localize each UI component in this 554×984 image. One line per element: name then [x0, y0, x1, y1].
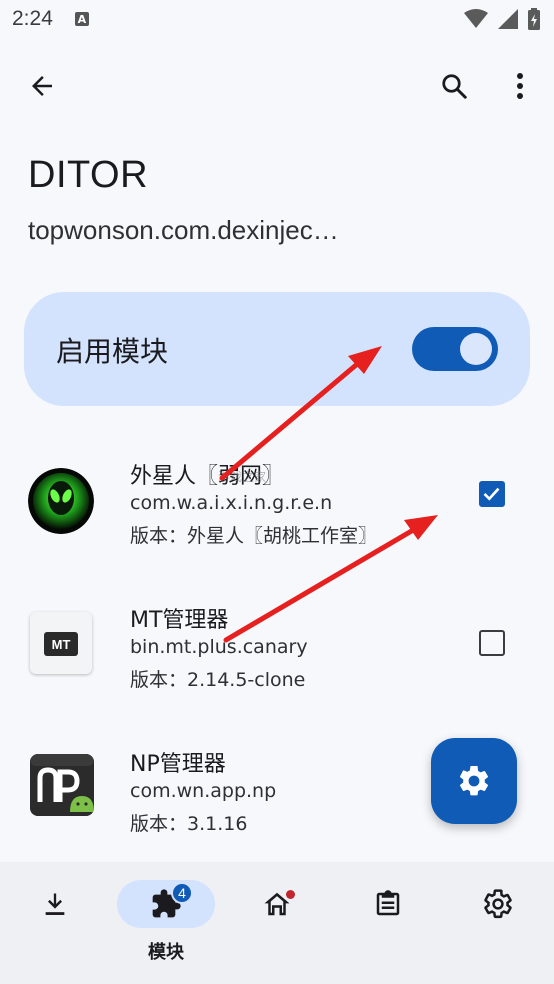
enable-module-switch[interactable]: [412, 327, 498, 371]
mt-manager-app-icon: MT: [30, 612, 92, 674]
signal-icon: [498, 9, 518, 29]
list-item[interactable]: 外星人〖弱网〗 com.w.a.i.x.i.n.g.r.e.n 版本：外星人〖胡…: [0, 452, 554, 572]
alien-app-icon: [28, 468, 94, 534]
status-time: 2:24: [12, 7, 53, 30]
module-package: com.wn.app.np: [130, 780, 277, 802]
nav-item-modules[interactable]: 4 模块: [116, 880, 216, 970]
nav-item-download[interactable]: [5, 880, 105, 970]
nav-item-home[interactable]: [227, 880, 327, 970]
notification-icon: A: [74, 12, 89, 26]
app-bar: [0, 60, 554, 116]
switch-knob: [460, 333, 492, 365]
nav-item-settings[interactable]: [448, 880, 548, 970]
status-bar: 2:24 A: [0, 0, 554, 38]
clipboard-icon: [376, 890, 400, 916]
battery-icon: [528, 8, 540, 30]
search-button[interactable]: [430, 62, 478, 110]
watermark: 游戏之家: [218, 470, 267, 484]
modules-count-badge: 4: [171, 882, 193, 904]
check-icon: [483, 487, 500, 501]
nav-pill: 4: [117, 880, 215, 928]
nav-label: 模块: [148, 942, 184, 963]
module-package: bin.mt.plus.canary: [130, 636, 308, 658]
module-checkbox[interactable]: [479, 630, 505, 656]
enable-module-card[interactable]: 启用模块: [24, 292, 530, 406]
module-checkbox[interactable]: [479, 481, 505, 507]
more-options-button[interactable]: [496, 62, 544, 110]
nav-item-logs[interactable]: [338, 880, 438, 970]
nav-pill: [449, 880, 547, 928]
notification-dot: [286, 890, 295, 899]
np-manager-app-icon: [30, 754, 94, 816]
module-name: NP管理器: [130, 752, 226, 777]
status-indicators: [464, 8, 540, 30]
gear-icon: [459, 765, 489, 796]
wifi-icon: [464, 9, 488, 28]
mt-logo: MT: [44, 632, 78, 656]
list-item[interactable]: MT MT管理器 bin.mt.plus.canary 版本：2.14.5-cl…: [0, 596, 554, 716]
settings-fab[interactable]: [431, 738, 517, 824]
gear-icon: [484, 889, 512, 919]
module-version: 版本：2.14.5-clone: [130, 669, 306, 691]
module-name: MT管理器: [130, 608, 229, 633]
page-title: DITOR: [28, 154, 149, 196]
download-icon: [45, 893, 65, 915]
nav-pill: [6, 880, 104, 928]
more-vert-icon: [517, 73, 523, 99]
nav-pill: [339, 880, 437, 928]
module-version: 版本：3.1.16: [130, 813, 248, 835]
module-version: 版本：外星人〖胡桃工作室〗: [130, 525, 378, 547]
bottom-navigation: 4 模块: [0, 862, 554, 984]
package-name: topwonson.com.dexinjec…: [28, 215, 339, 245]
arrow-left-icon: [32, 76, 52, 96]
search-icon: [442, 74, 467, 99]
enable-module-label: 启用模块: [56, 335, 169, 368]
back-button[interactable]: [18, 62, 66, 110]
nav-pill: [228, 880, 326, 928]
module-package: com.w.a.i.x.i.n.g.r.e.n: [130, 492, 333, 514]
